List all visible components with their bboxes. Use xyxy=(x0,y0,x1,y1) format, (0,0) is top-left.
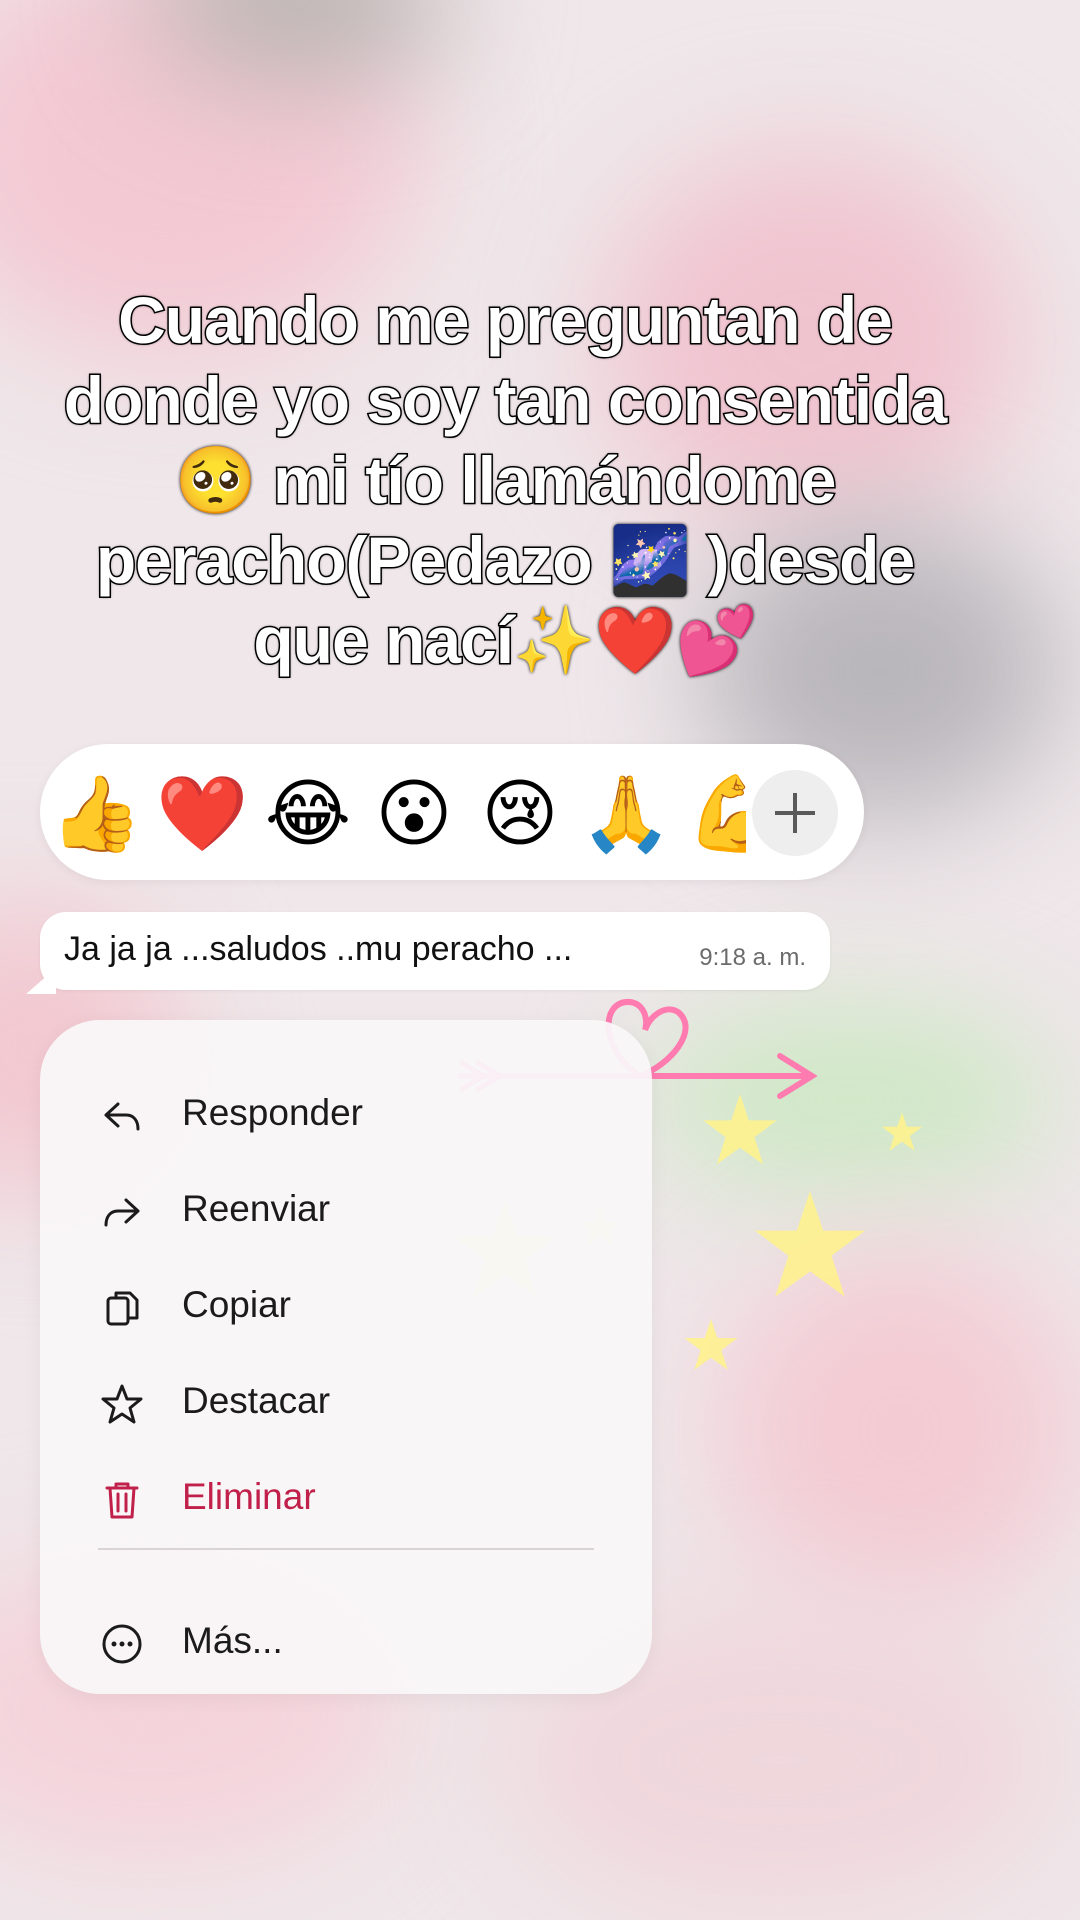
menu-label-star: Destacar xyxy=(182,1380,331,1421)
menu-item-more[interactable]: Más... xyxy=(40,1602,652,1684)
reply-icon xyxy=(104,1102,140,1131)
menu-item-forward[interactable]: Reenviar xyxy=(40,1170,652,1252)
reaction-crying[interactable]: 😢 xyxy=(474,768,566,860)
menu-divider xyxy=(98,1548,594,1550)
trash-icon xyxy=(105,1482,139,1519)
reaction-picker: 👍 ❤️ 😂 😮 😢 🙏 💪 xyxy=(40,744,864,880)
menu-label-delete: Eliminar xyxy=(182,1476,316,1517)
star-sticker xyxy=(684,1318,738,1370)
menu-label-copy: Copiar xyxy=(182,1284,291,1325)
reaction-surprised[interactable]: 😮 xyxy=(368,768,460,860)
star-icon xyxy=(101,1384,143,1424)
reaction-laughing[interactable]: 😂 xyxy=(262,768,354,860)
menu-label-reply: Responder xyxy=(182,1092,364,1133)
star-sticker xyxy=(703,1094,777,1165)
reaction-praying[interactable]: 🙏 xyxy=(580,768,672,860)
copy-icon xyxy=(106,1291,139,1326)
message-time: 9:18 a. m. xyxy=(699,944,806,971)
menu-item-reply[interactable]: Responder xyxy=(40,1074,652,1156)
video-caption: Cuando me preguntan de donde yo soy tan … xyxy=(62,282,948,679)
more-icon xyxy=(102,1624,142,1664)
menu-label-more: Más... xyxy=(182,1620,283,1661)
menu-item-star[interactable]: Destacar xyxy=(40,1362,652,1444)
message-bubble[interactable]: Ja ja ja ...saludos ..mu peracho ... 9:1… xyxy=(26,912,830,994)
reaction-flexed-biceps[interactable]: 💪 xyxy=(686,768,746,860)
message-text: Ja ja ja ...saludos ..mu peracho ... xyxy=(64,930,573,968)
context-menu: Responder Reenviar Copiar Destacar Elimi… xyxy=(40,1020,652,1694)
star-sticker xyxy=(881,1112,923,1151)
reaction-heart[interactable]: ❤️ xyxy=(156,768,248,860)
menu-label-forward: Reenviar xyxy=(182,1188,331,1229)
star-sticker xyxy=(754,1191,866,1297)
forward-icon xyxy=(104,1198,140,1227)
menu-item-delete[interactable]: Eliminar xyxy=(40,1458,652,1540)
menu-item-copy[interactable]: Copiar xyxy=(40,1266,652,1348)
reaction-thumbs-up[interactable]: 👍 xyxy=(50,768,142,860)
add-reaction-button[interactable] xyxy=(752,770,838,856)
